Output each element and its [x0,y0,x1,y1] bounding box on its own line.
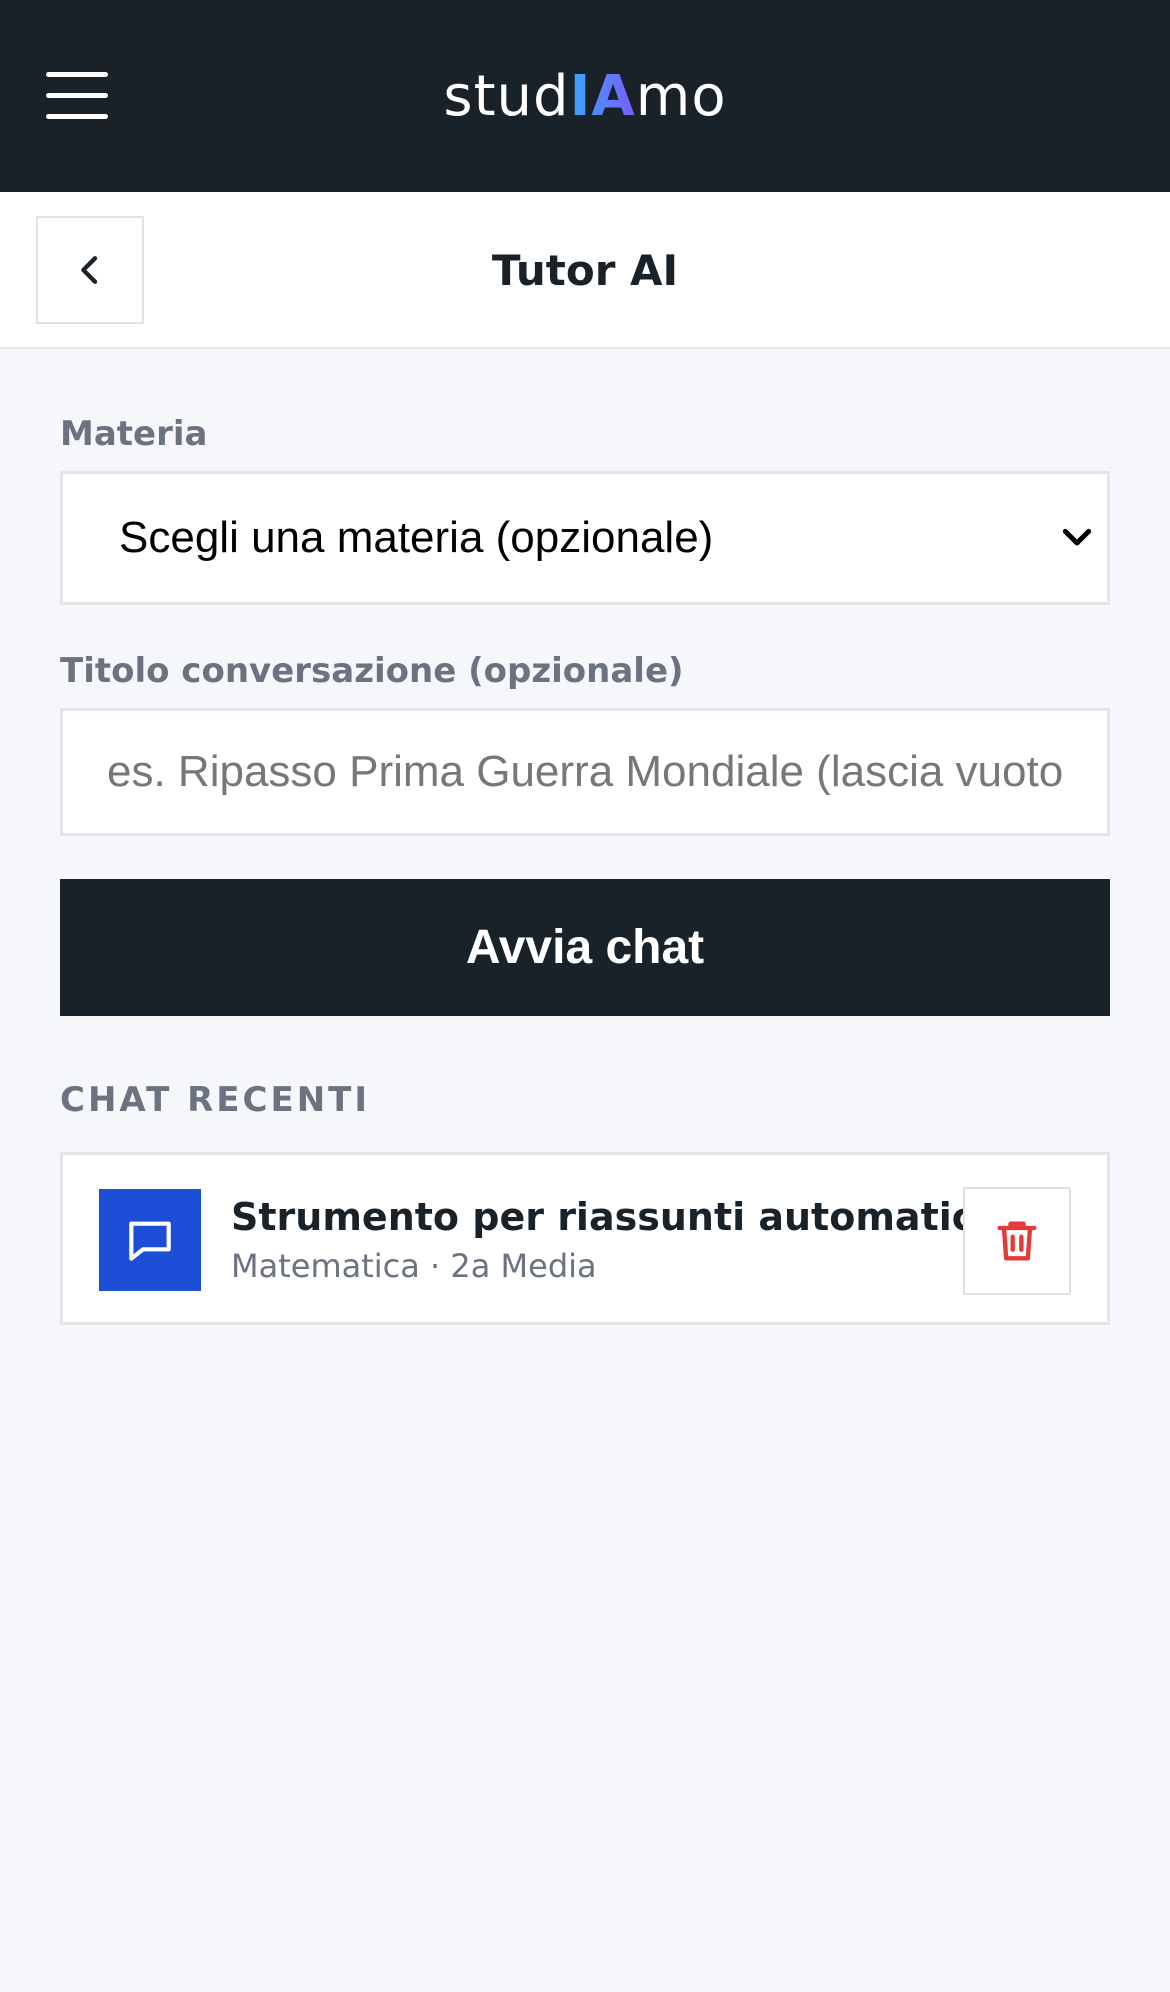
conversation-title-field [60,708,1110,836]
trash-icon [997,1221,1037,1261]
start-chat-button[interactable]: Avvia chat [60,879,1110,1016]
recent-chat-title: Strumento per riassunti automatici [231,1195,988,1239]
recent-chat-item[interactable]: Strumento per riassunti automatici Matem… [60,1152,1110,1325]
subject-select-value: Scegli una materia (opzionale) [119,513,714,562]
conversation-title-label: Titolo conversazione (opzionale) [60,651,684,691]
subject-select[interactable]: Scegli una materia (opzionale) [60,471,1110,605]
chat-avatar [99,1189,201,1291]
back-button[interactable] [36,216,144,324]
logo-suffix: mo [635,64,727,129]
subject-label: Materia [60,414,208,454]
page-title: Tutor AI [491,246,679,295]
conversation-title-input[interactable] [63,711,1107,833]
top-app-bar: studIAmo [0,0,1170,192]
recent-chats-heading: CHAT RECENTI [60,1080,370,1120]
chat-bubble-icon [129,1221,171,1261]
delete-chat-button[interactable] [963,1187,1071,1295]
chevron-left-icon [81,256,98,284]
logo-prefix: stud [443,64,570,129]
page-header: Tutor AI [0,192,1170,349]
chevron-down-icon [1062,528,1092,546]
app-logo: studIAmo [0,62,1170,132]
recent-chat-meta: Matematica · 2a Media [231,1247,597,1285]
logo-accent: IA [569,64,636,129]
